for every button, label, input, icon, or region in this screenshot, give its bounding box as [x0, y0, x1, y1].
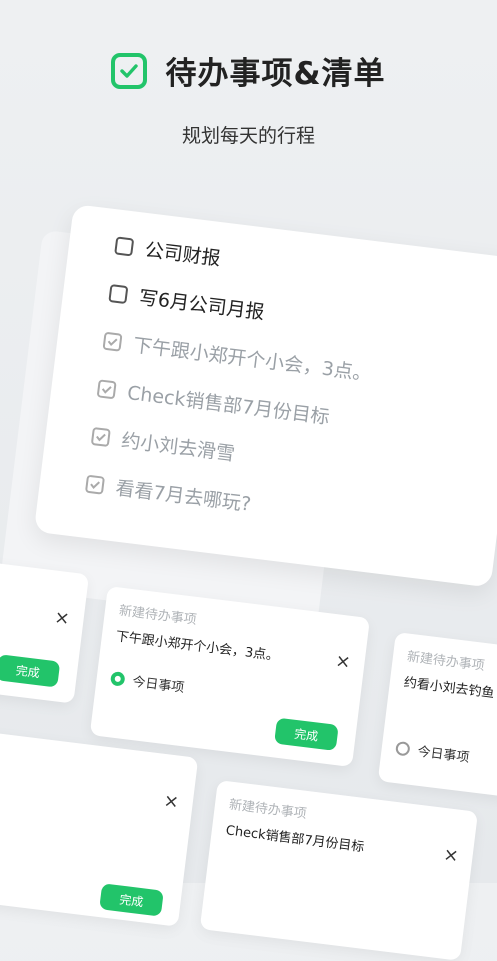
todo-item[interactable]: 约小刘去滑雪: [90, 422, 236, 466]
complete-button[interactable]: 完成: [99, 883, 164, 917]
title-row: 待办事项&清单: [0, 48, 497, 93]
today-option[interactable]: 今日事项: [110, 668, 186, 696]
todo-item[interactable]: 看看7月去哪玩?: [84, 470, 252, 517]
close-icon[interactable]: ×: [442, 844, 460, 867]
new-todo-card-left: × 完成: [0, 560, 90, 704]
close-icon[interactable]: ×: [162, 790, 180, 813]
today-label: 今日事项: [416, 744, 471, 766]
card-title: 新建待办事项: [406, 649, 486, 674]
todo-item[interactable]: Check销售部7月份目标: [96, 374, 331, 429]
checkbox-logo-icon: [111, 52, 148, 89]
todo-label: 公司财报: [143, 239, 222, 271]
radio-selected-icon[interactable]: [110, 670, 126, 687]
unchecked-box-icon[interactable]: [114, 235, 135, 256]
checked-box-icon[interactable]: [84, 474, 106, 495]
todo-label: 约小刘去滑雪: [120, 429, 237, 466]
card-text: 约看小刘去钓鱼: [402, 675, 496, 702]
unchecked-box-icon[interactable]: [108, 283, 129, 304]
checked-box-icon[interactable]: [102, 331, 123, 352]
today-option[interactable]: 今日事项: [395, 738, 471, 766]
todo-item[interactable]: 公司财报: [114, 231, 223, 271]
app-title: 待办事项&清单: [165, 56, 386, 92]
new-todo-card-bottom-left: 项 报 × 完成: [0, 730, 199, 927]
app-subtitle: 规划每天的行程: [181, 125, 315, 147]
todo-item[interactable]: 写6月公司月报: [108, 279, 266, 325]
complete-button[interactable]: 完成: [0, 654, 61, 688]
close-icon[interactable]: ×: [334, 650, 352, 673]
radio-unselected-icon[interactable]: [395, 740, 411, 757]
new-todo-card-right: 新建待办事项 约看小刘去钓鱼 今日事项: [377, 632, 497, 806]
todo-list-card: 公司财报 写6月公司月报 下午跟小郑开个小会，3点。 Check销售部7月份目标…: [33, 204, 497, 588]
checked-box-icon[interactable]: [90, 426, 111, 447]
close-icon[interactable]: ×: [53, 607, 71, 630]
card-title: 新建待办事项: [228, 797, 308, 822]
new-todo-card-bottom-center: 新建待办事项 Check销售部7月份目标 ×: [199, 780, 479, 961]
complete-button[interactable]: 完成: [274, 717, 339, 751]
todo-item[interactable]: 下午跟小郑开个小会，3点。: [102, 327, 373, 387]
todo-label: Check销售部7月份目标: [126, 381, 331, 429]
todo-label: 看看7月去哪玩?: [114, 477, 253, 516]
card-title: 新建待办事项: [118, 603, 198, 628]
todo-label: 写6月公司月报: [137, 286, 266, 324]
today-label: 今日事项: [131, 674, 186, 696]
card-text: 下午跟小郑开个小会，3点。: [114, 629, 280, 665]
todo-label: 下午跟小郑开个小会，3点。: [131, 334, 373, 386]
card-text: Check销售部7月份目标: [224, 823, 366, 856]
header: 待办事项&清单 规划每天的行程: [0, 48, 497, 148]
checked-box-icon[interactable]: [96, 378, 117, 399]
new-todo-card-center: 新建待办事项 下午跟小郑开个小会，3点。 × 今日事项 完成: [89, 586, 371, 768]
